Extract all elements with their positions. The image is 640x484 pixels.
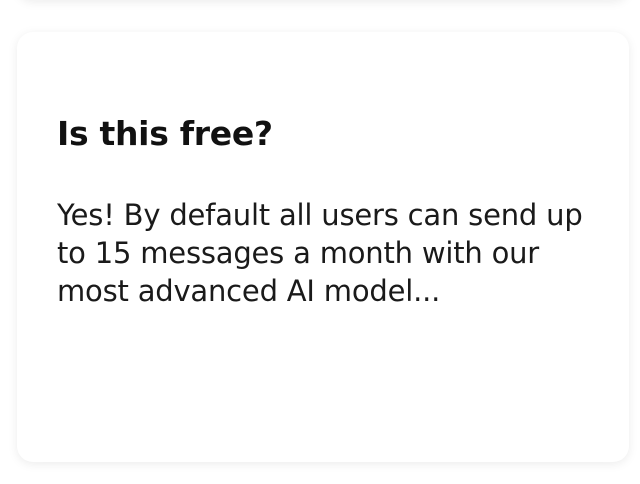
- faq-answer: Yes! By default all users can send up to…: [57, 198, 583, 308]
- faq-card: Is this free? Yes! By default all users …: [17, 32, 629, 462]
- faq-question: Is this free?: [57, 114, 273, 153]
